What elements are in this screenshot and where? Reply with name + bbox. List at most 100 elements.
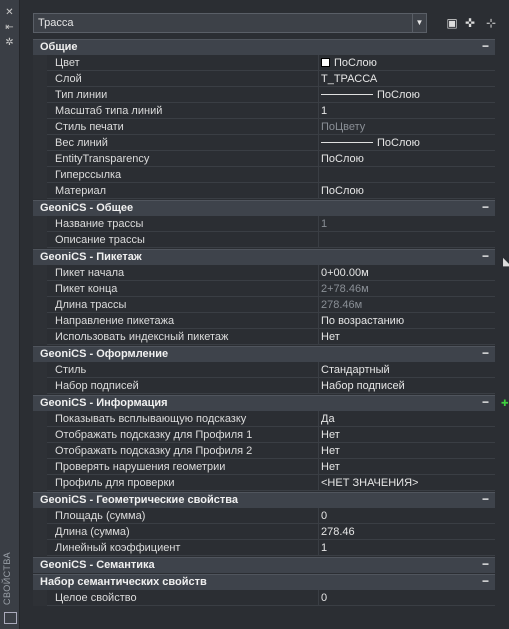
property-row[interactable]: Вес линий ПоСлою [33,135,495,151]
quick-select-icon[interactable]: ▣ [443,14,461,32]
property-row[interactable]: Пикет начала 0+00.00м [33,265,495,281]
settings-icon[interactable]: ✲ [3,36,16,49]
select-objects-icon[interactable]: ✜ [461,14,479,32]
property-value[interactable]: ПоСлою [318,183,495,199]
property-value[interactable]: 1 [318,540,495,556]
property-value[interactable]: <НЕТ ЗНАЧЕНИЯ> [318,475,495,491]
property-row[interactable]: Гиперссылка [33,167,495,183]
property-row[interactable]: Использовать индексный пикетаж Нет [33,329,495,345]
object-type-select[interactable]: Трасса ▼ [33,13,427,33]
property-value-text: Нет [321,331,340,343]
property-row[interactable]: Длина трассы 278.46м [33,297,495,313]
property-row[interactable]: Длина (сумма) 278.46 [33,524,495,540]
category-header[interactable]: Общие − [33,39,495,55]
category-header[interactable]: GeoniCS - Оформление − [33,346,495,362]
property-value[interactable]: ПоСлою [318,87,495,103]
property-value[interactable]: ПоЦвету [318,119,495,135]
property-value[interactable]: ПоСлою [318,151,495,167]
property-value[interactable]: Набор подписей [318,378,495,394]
palette-side-strip: ✕ ⇤ ✲ СВОЙСТВА [0,0,20,629]
property-label: Линейный коэффициент [47,540,318,556]
row-gutter [33,411,47,427]
property-row[interactable]: Отображать подсказку для Профиля 2 Нет [33,443,495,459]
property-value-text: ПоСлою [321,185,364,197]
row-gutter [33,540,47,556]
category-header[interactable]: GeoniCS - Общее − [33,200,495,216]
collapse-toggle-icon[interactable]: − [482,395,489,409]
row-gutter [33,55,47,71]
property-label: Отображать подсказку для Профиля 2 [47,443,318,459]
property-value[interactable]: 1 [318,216,495,232]
property-row[interactable]: Целое свойство 0 [33,590,495,606]
property-value-text: ПоСлою [321,153,364,165]
collapse-toggle-icon[interactable]: − [482,249,489,263]
property-value[interactable]: 1 [318,103,495,119]
property-value[interactable]: 2+78.46м [318,281,495,297]
collapse-toggle-icon[interactable]: − [482,557,489,571]
property-value-text: 1 [321,218,328,230]
property-row[interactable]: Набор подписей Набор подписей [33,378,495,394]
row-gutter [33,297,47,313]
property-value-text: 2+78.46м [321,283,369,295]
property-value[interactable]: ПоСлою [318,135,495,151]
property-row[interactable]: Цвет ПоСлою [33,55,495,71]
row-gutter [33,183,47,199]
property-value[interactable]: 278.46 [318,524,495,540]
property-row[interactable]: Линейный коэффициент 1 [33,540,495,556]
category-header[interactable]: GeoniCS - Пикетаж − [33,249,495,265]
property-grid: Общие − Цвет ПоСлою Слой Т_ТРАССА Тип линии ПоС… [33,38,495,606]
category-title: GeoniCS - Общее [40,202,134,214]
property-value[interactable]: Нет [318,443,495,459]
row-gutter [33,313,47,329]
category-header[interactable]: GeoniCS - Информация − [33,395,495,411]
property-value[interactable] [318,232,495,248]
property-value[interactable]: 0 [318,508,495,524]
property-row[interactable]: Стиль печати ПоЦвету [33,119,495,135]
toggle-pickadd-icon[interactable]: ⊹ [482,14,500,32]
property-row[interactable]: Показывать всплывающую подсказку Да [33,411,495,427]
property-value[interactable]: Да [318,411,495,427]
property-value[interactable]: 278.46м [318,297,495,313]
property-value[interactable]: 0+00.00м [318,265,495,281]
property-row[interactable]: Материал ПоСлою [33,183,495,199]
close-icon[interactable]: ✕ [3,6,16,19]
property-row[interactable]: Отображать подсказку для Профиля 1 Нет [33,427,495,443]
property-value[interactable]: Нет [318,459,495,475]
property-row[interactable]: Профиль для проверки <НЕТ ЗНАЧЕНИЯ> [33,475,495,491]
property-row[interactable]: Масштаб типа линий 1 [33,103,495,119]
property-value[interactable]: Т_ТРАССА [318,71,495,87]
chevron-down-icon[interactable]: ▼ [412,14,426,32]
property-row[interactable]: Тип линии ПоСлою [33,87,495,103]
property-row[interactable]: Описание трассы [33,232,495,248]
row-gutter [33,524,47,540]
property-row[interactable]: Направление пикетажа По возрастанию [33,313,495,329]
category-header[interactable]: Набор семантических свойств − [33,574,495,590]
property-row[interactable]: Пикет конца 2+78.46м [33,281,495,297]
property-label: Отображать подсказку для Профиля 1 [47,427,318,443]
property-value-text: Нет [321,445,340,457]
collapse-toggle-icon[interactable]: − [482,39,489,53]
category-header[interactable]: GeoniCS - Геометрические свойства − [33,492,495,508]
collapse-toggle-icon[interactable]: − [482,492,489,506]
pin-icon[interactable]: ⇤ [3,21,16,34]
palette-menu-icon[interactable] [4,612,17,624]
property-row[interactable]: Слой Т_ТРАССА [33,71,495,87]
property-value[interactable]: Нет [318,329,495,345]
category-header[interactable]: GeoniCS - Семантика − [33,557,495,573]
collapse-toggle-icon[interactable]: − [482,574,489,588]
resize-grip-icon[interactable]: ✚ [501,398,509,408]
property-value[interactable] [318,167,495,183]
collapse-toggle-icon[interactable]: − [482,346,489,360]
property-row[interactable]: Название трассы 1 [33,216,495,232]
property-row[interactable]: EntityTransparency ПоСлою [33,151,495,167]
property-value[interactable]: По возрастанию [318,313,495,329]
property-row[interactable]: Площадь (сумма) 0 [33,508,495,524]
property-value[interactable]: Нет [318,427,495,443]
collapse-toggle-icon[interactable]: − [482,200,489,214]
property-row[interactable]: Проверять нарушения геометрии Нет [33,459,495,475]
property-value[interactable]: Стандартный [318,362,495,378]
property-value[interactable]: 0 [318,590,495,606]
row-gutter [33,362,47,378]
property-value[interactable]: ПоСлою [318,55,495,71]
property-row[interactable]: Стиль Стандартный [33,362,495,378]
